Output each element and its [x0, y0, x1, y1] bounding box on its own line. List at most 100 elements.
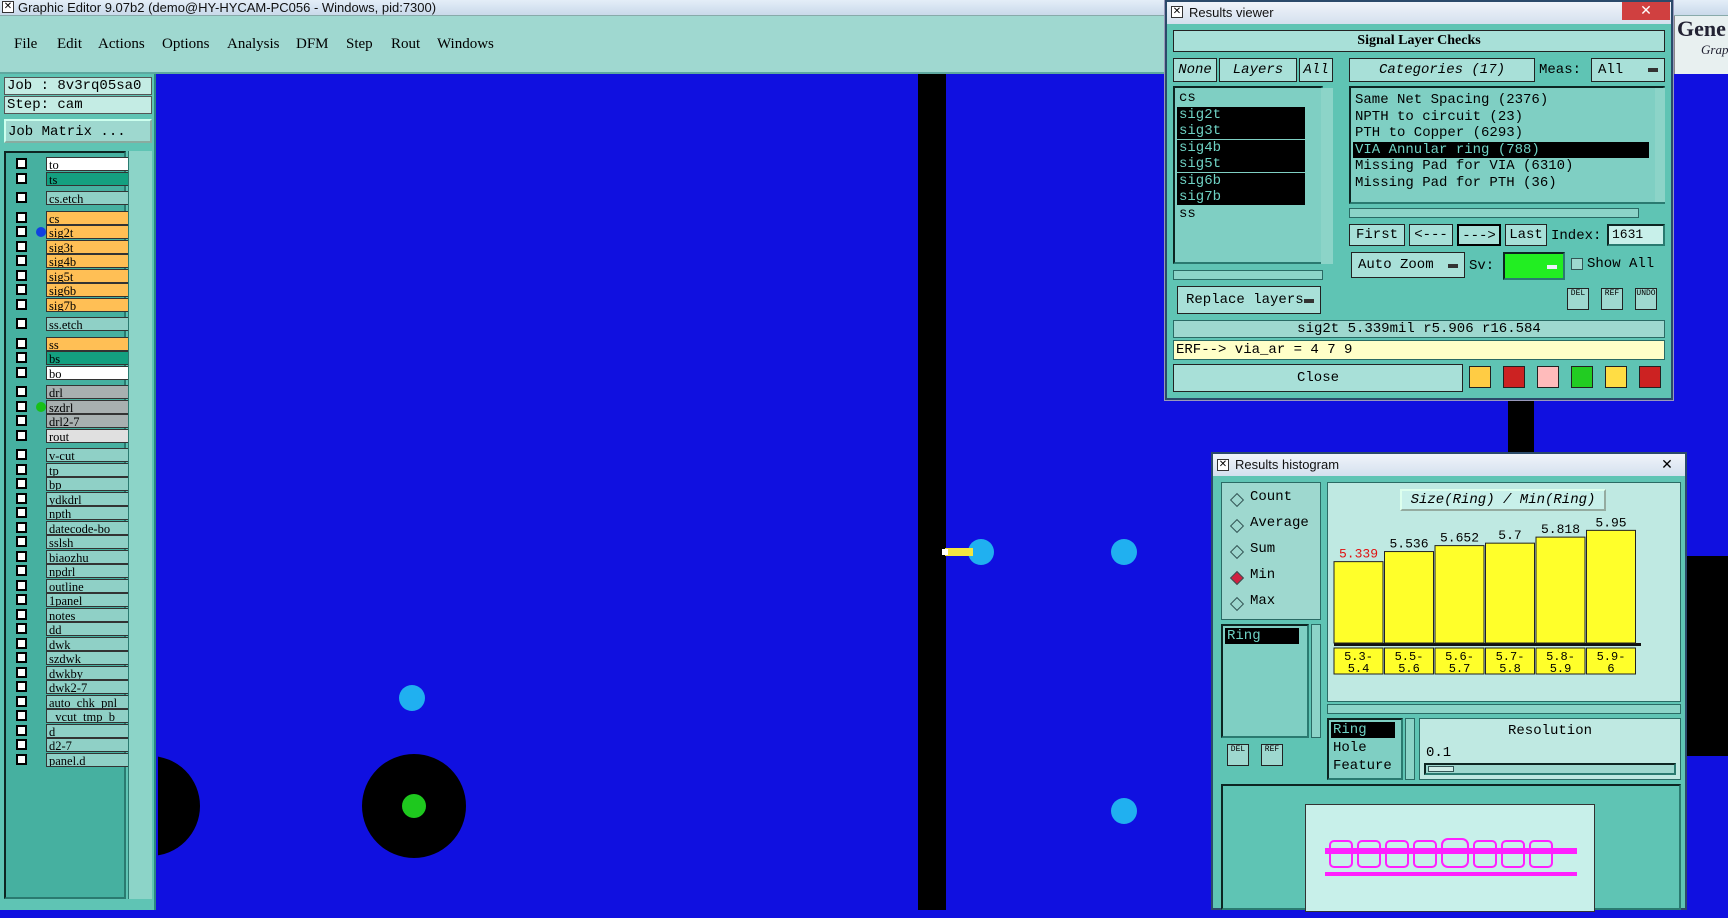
- layer-checkbox[interactable]: [16, 681, 27, 692]
- field-list-scroll[interactable]: [1311, 624, 1321, 738]
- field-ring[interactable]: Ring: [1331, 722, 1395, 738]
- layer-name[interactable]: cs: [46, 210, 132, 225]
- menu-windows[interactable]: Windows: [437, 36, 494, 53]
- layer-name[interactable]: dwkby: [46, 665, 132, 680]
- measure-icon[interactable]: [1469, 366, 1491, 388]
- layer-name[interactable]: 1panel: [46, 593, 132, 607]
- layer-name[interactable]: auto_chk_pnl: [46, 694, 132, 709]
- layer-row[interactable]: ss.etch: [10, 317, 132, 331]
- chart-hscroll[interactable]: [1327, 704, 1681, 714]
- resolution-slider-thumb[interactable]: [1428, 766, 1454, 772]
- layer-row[interactable]: npdrl: [10, 564, 132, 578]
- layer-row[interactable]: sig4b: [10, 254, 132, 268]
- category-list-hscroll[interactable]: [1349, 208, 1639, 218]
- hist-del-icon[interactable]: DEL: [1227, 744, 1249, 766]
- layer-checkbox[interactable]: [16, 400, 27, 412]
- index-input[interactable]: 1631: [1607, 224, 1665, 246]
- histogram-field-list[interactable]: Ring: [1221, 624, 1309, 738]
- mode-radio[interactable]: [1229, 596, 1245, 612]
- report-icon[interactable]: [1605, 366, 1627, 388]
- layer-list-scrollbar[interactable]: [128, 151, 152, 899]
- layer-list-item[interactable]: sig6b: [1177, 172, 1305, 189]
- layer-row[interactable]: rout: [10, 428, 132, 443]
- layer-row[interactable]: drl: [10, 385, 132, 399]
- layer-checkbox[interactable]: [16, 536, 27, 547]
- layer-list-item[interactable]: sig3t: [1177, 123, 1305, 139]
- layer-list-item[interactable]: sig7b: [1177, 189, 1305, 205]
- layer-name[interactable]: drl2-7: [46, 414, 132, 428]
- layer-name[interactable]: v-cut: [46, 448, 132, 462]
- layer-checkbox[interactable]: [16, 521, 27, 533]
- layer-checkbox[interactable]: [16, 366, 27, 378]
- layer-name[interactable]: notes: [46, 607, 132, 622]
- layer-list-item[interactable]: sig4b: [1177, 139, 1305, 156]
- categories-button[interactable]: Categories (17): [1349, 58, 1535, 82]
- layer-name[interactable]: bo: [46, 365, 132, 380]
- hist-ref-icon[interactable]: REF: [1261, 744, 1283, 766]
- layer-name[interactable]: szdwk: [46, 651, 132, 665]
- layer-name[interactable]: sig7b: [46, 297, 132, 312]
- layer-checkbox[interactable]: [16, 594, 27, 605]
- layer-list-item[interactable]: ss: [1177, 206, 1305, 222]
- rv-close-icon[interactable]: ✕: [1622, 2, 1670, 20]
- layer-name[interactable]: bp: [46, 477, 132, 491]
- layer-checkbox[interactable]: [16, 172, 27, 184]
- layer-row[interactable]: cs: [10, 210, 132, 225]
- layer-row[interactable]: to: [10, 157, 132, 171]
- layer-name[interactable]: dwk2-7: [46, 680, 132, 694]
- layer-checkbox[interactable]: [16, 352, 27, 363]
- layer-row[interactable]: auto_chk_pnl: [10, 694, 132, 709]
- layer-name[interactable]: drl: [46, 385, 132, 399]
- layer-row[interactable]: sslsh: [10, 535, 132, 549]
- category-listbox[interactable]: Same Net Spacing (2376) NPTH to circuit (…: [1349, 86, 1665, 204]
- layer-name[interactable]: npth: [46, 506, 132, 520]
- layer-name[interactable]: panel.d: [46, 752, 132, 767]
- menu-rout[interactable]: Rout: [391, 36, 420, 53]
- layer-checkbox[interactable]: [16, 608, 27, 620]
- layer-name[interactable]: npdrl: [46, 564, 132, 578]
- layer-checkbox[interactable]: [16, 192, 27, 203]
- layer-name[interactable]: datecode-bo: [46, 520, 132, 535]
- list-item[interactable]: Ring: [1225, 628, 1299, 644]
- layer-checkbox[interactable]: [16, 753, 27, 765]
- measure-field-scroll[interactable]: [1405, 718, 1415, 780]
- step-icon[interactable]: [1571, 366, 1593, 388]
- menu-edit[interactable]: Edit: [57, 36, 82, 53]
- layer-row[interactable]: sig5t: [10, 268, 132, 283]
- layer-checkbox[interactable]: [16, 666, 27, 678]
- layer-row[interactable]: tp: [10, 462, 132, 477]
- layer-row[interactable]: ydkdrl: [10, 491, 132, 506]
- layer-checkbox[interactable]: [16, 579, 27, 591]
- layer-checkbox[interactable]: [16, 158, 27, 169]
- show-all-checkbox[interactable]: [1571, 258, 1583, 270]
- layer-row[interactable]: outline: [10, 578, 132, 593]
- layer-name[interactable]: sig3t: [46, 239, 132, 254]
- layer-checkbox[interactable]: [16, 550, 27, 562]
- layers-button[interactable]: Layers: [1219, 58, 1297, 82]
- layer-name[interactable]: sig2t: [46, 225, 132, 239]
- layer-checkbox[interactable]: [16, 386, 27, 397]
- del-icon[interactable]: DEL: [1567, 288, 1589, 310]
- layer-checkbox[interactable]: [16, 623, 27, 634]
- layer-list-vscroll[interactable]: [1321, 88, 1333, 264]
- layer-name[interactable]: sig5t: [46, 268, 132, 283]
- layer-checkbox[interactable]: [16, 318, 27, 329]
- layer-row[interactable]: sig3t: [10, 239, 132, 254]
- layer-checkbox[interactable]: [16, 429, 27, 441]
- menu-dfm[interactable]: DFM: [296, 36, 329, 53]
- layer-row[interactable]: datecode-bo: [10, 520, 132, 535]
- layer-name[interactable]: sig4b: [46, 254, 132, 268]
- layer-name[interactable]: to: [46, 157, 132, 171]
- layer-checkbox[interactable]: [16, 240, 27, 252]
- layer-checkbox[interactable]: [16, 710, 27, 721]
- layer-name[interactable]: outline: [46, 578, 132, 593]
- category-list-item[interactable]: NPTH to circuit (23): [1353, 109, 1649, 125]
- layer-name[interactable]: bs: [46, 351, 132, 365]
- layer-checkbox[interactable]: [16, 565, 27, 576]
- layer-name[interactable]: biaozhu: [46, 549, 132, 564]
- layer-row[interactable]: d2-7: [10, 738, 132, 752]
- layer-row[interactable]: sig2t: [10, 225, 132, 239]
- sv-color-dropdown[interactable]: [1503, 252, 1565, 280]
- layer-name[interactable]: szdrl: [46, 399, 132, 414]
- layer-checkbox[interactable]: [16, 415, 27, 426]
